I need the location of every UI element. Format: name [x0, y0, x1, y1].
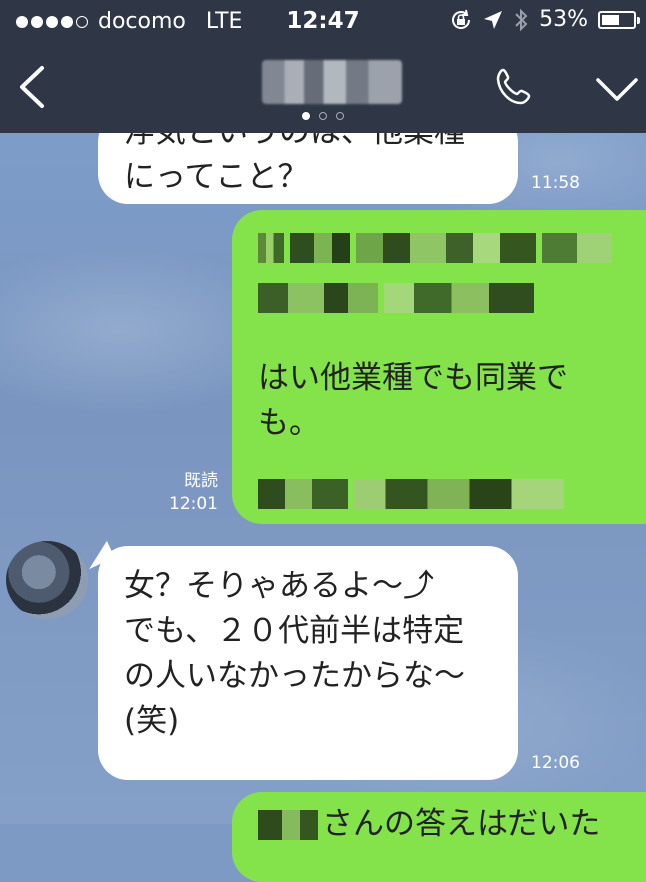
message-line: 女？そりゃあるよ〜⤴: [124, 568, 434, 604]
redacted-text-line: [258, 278, 646, 318]
message-line: でも、２０代前半は特定: [124, 613, 465, 649]
top-bar: docomo LTE 12:47 53%: [0, 0, 646, 133]
sent-message-bubble[interactable]: さんの答えはだいた: [232, 792, 646, 882]
message-line: (笑): [124, 703, 180, 739]
redacted-name: [258, 809, 318, 840]
menu-toggle-button[interactable]: [594, 74, 640, 104]
received-message-bubble[interactable]: 女？そりゃあるよ〜⤴ でも、２０代前半は特定 の人いなかったからな〜 (笑): [98, 546, 518, 780]
read-receipt: 既読: [184, 471, 218, 491]
message-line: も。: [258, 405, 320, 441]
status-bar: docomo LTE 12:47 53%: [0, 0, 646, 44]
rotation-lock-icon: [452, 9, 471, 29]
location-arrow-icon: [484, 10, 503, 29]
page-dot-active: [302, 112, 310, 120]
status-right: 53%: [449, 7, 640, 32]
message-line: にってこと？: [124, 159, 309, 195]
redacted-text-line: [258, 228, 646, 268]
contact-name-redacted[interactable]: [262, 60, 402, 104]
battery-icon: [598, 10, 640, 29]
chat-header: [0, 44, 646, 133]
call-button[interactable]: [494, 66, 536, 108]
page-dot: [319, 112, 327, 120]
sent-message-bubble[interactable]: はい他業種でも同業で も。: [232, 210, 646, 524]
bluetooth-icon: [515, 8, 528, 31]
battery-percent: 53%: [539, 7, 588, 32]
message-time: 11:58: [531, 173, 580, 193]
page-indicator: [0, 112, 646, 120]
back-button[interactable]: [14, 64, 54, 110]
redacted-text-line: [258, 476, 646, 512]
message-line: さんの答えはだいた: [258, 802, 646, 847]
message-line: の人いなかったからな〜: [124, 658, 465, 694]
page-dot: [336, 112, 344, 120]
message-time: 12:06: [531, 753, 580, 773]
message-time: 12:01: [169, 494, 218, 514]
message-line: はい他業種でも同業で: [258, 360, 568, 396]
contact-avatar[interactable]: [6, 541, 88, 619]
